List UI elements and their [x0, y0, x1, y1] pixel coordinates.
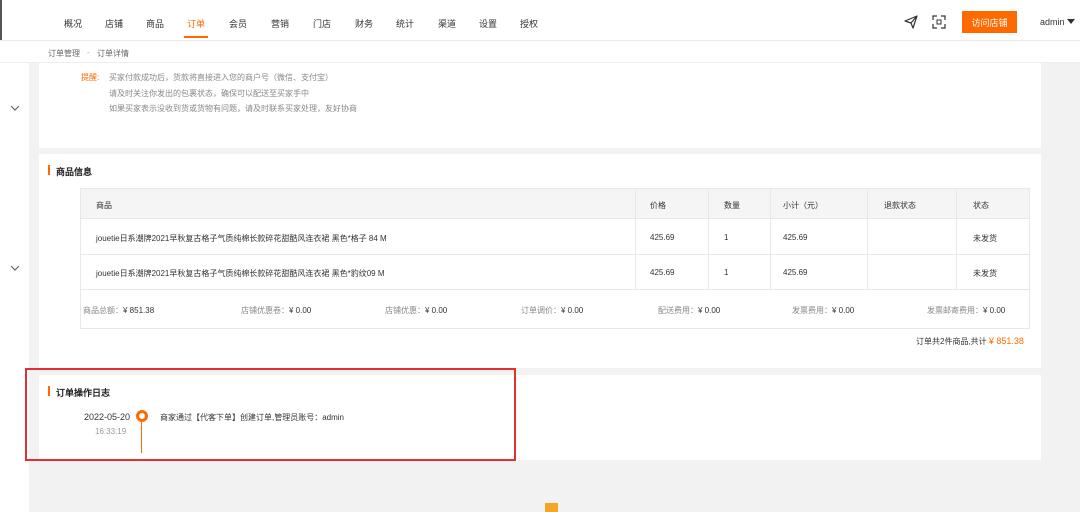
column-header: 小计（元） [783, 201, 823, 210]
nav-item-statistics[interactable]: 统计 [396, 17, 414, 30]
table-header: 商品 价格 数量 小计（元） 退款状态 状态 [81, 189, 1029, 219]
table-row: jouetie日系潮牌2021早秋复古格子气质纯棉长款碎花甜酷风连衣裙 黑色*格… [81, 220, 1029, 255]
nav-item-orders[interactable]: 订单 [187, 17, 205, 30]
visit-store-button[interactable]: 访问店铺 [962, 11, 1017, 33]
tip-line: 如果买家表示没收到货或货物有问题，请及时联系买家处理，友好协商 [109, 104, 357, 113]
product-quantity: 1 [724, 233, 729, 242]
summary-goods-total: 商品总额：¥ 851.38 [83, 306, 155, 315]
nav-item-stores[interactable]: 门店 [313, 17, 331, 30]
nav-item-members[interactable]: 会员 [229, 17, 247, 30]
caret-down-icon[interactable] [1067, 19, 1075, 24]
goods-table: 商品 价格 数量 小计（元） 退款状态 状态 jouetie日系潮牌2021早秋… [80, 188, 1030, 329]
product-subtotal: 425.69 [783, 268, 808, 277]
nav-item-store[interactable]: 店铺 [105, 17, 123, 30]
breadcrumb-order-detail: 订单详情 [97, 49, 129, 58]
highlight-annotation-box [25, 368, 516, 461]
column-header: 状态 [973, 201, 989, 210]
column-header: 退款状态 [884, 201, 916, 210]
goods-section-title: 商品信息 [56, 167, 93, 177]
chevron-down-icon[interactable] [10, 264, 20, 272]
product-quantity: 1 [724, 268, 729, 277]
section-accent-bar [48, 165, 50, 175]
column-header: 价格 [650, 201, 666, 210]
nav-item-goods[interactable]: 商品 [146, 17, 164, 30]
product-subtotal: 425.69 [783, 233, 808, 242]
nav-item-channels[interactable]: 渠道 [438, 17, 456, 30]
order-status: 未发货 [973, 234, 997, 243]
qrcode-scan-icon[interactable] [931, 14, 947, 30]
summary-invoice-mailing-fee: 发票邮寄费用：¥ 0.00 [927, 306, 1006, 315]
floating-badge[interactable] [545, 503, 558, 512]
breadcrumb-separator: - [87, 48, 90, 57]
summary-store-coupon: 店铺优惠卷：¥ 0.00 [241, 306, 312, 315]
nav-item-overview[interactable]: 概况 [64, 17, 82, 30]
product-name[interactable]: jouetie日系潮牌2021早秋复古格子气质纯棉长款碎花甜酷风连衣裙 黑色*格… [96, 233, 387, 244]
nav-item-authorization[interactable]: 授权 [520, 17, 538, 30]
order-status: 未发货 [973, 269, 997, 278]
product-price: 425.69 [650, 268, 675, 277]
nav-item-settings[interactable]: 设置 [479, 17, 497, 30]
nav-item-finance[interactable]: 财务 [355, 17, 373, 30]
nav-item-marketing[interactable]: 营销 [271, 17, 289, 30]
window-edge [0, 0, 2, 40]
column-header: 数量 [724, 201, 740, 210]
product-name[interactable]: jouetie日系潮牌2021早秋复古格子气质纯棉长款碎花甜酷风连衣裙 黑色*豹… [96, 268, 385, 279]
order-summary: 商品总额：¥ 851.38 店铺优惠卷：¥ 0.00 店铺优惠：¥ 0.00 订… [81, 290, 1029, 328]
product-price: 425.69 [650, 233, 675, 242]
summary-price-adjustment: 订单调价：¥ 0.00 [521, 306, 584, 315]
order-total: 订单共2件商品,共计 ¥ 851.38 [916, 336, 1024, 346]
top-navigation: 概况 店铺 商品 订单 会员 营销 门店 财务 统计 渠道 设置 授权 访问店铺… [0, 0, 1080, 41]
tip-line: 买家付款成功后，货款将直接进入您的商户号（微信、支付宝） [109, 73, 333, 82]
summary-invoice-fee: 发票费用：¥ 0.00 [792, 306, 855, 315]
chevron-down-icon[interactable] [10, 104, 20, 112]
summary-store-discount: 店铺优惠：¥ 0.00 [385, 306, 448, 315]
send-icon[interactable] [903, 14, 919, 30]
table-row: jouetie日系潮牌2021早秋复古格子气质纯棉长款碎花甜酷风连衣裙 黑色*豹… [81, 255, 1029, 290]
user-menu[interactable]: admin [1040, 17, 1065, 27]
tip-label: 提醒: [81, 73, 100, 82]
active-tab-indicator [184, 36, 208, 38]
breadcrumb: 订单管理 - 订单详情 [0, 41, 1080, 63]
tip-line: 请及时关注你发出的包裹状态，确保可以配送至买家手中 [109, 89, 309, 98]
summary-shipping-fee: 配送费用：¥ 0.00 [658, 306, 721, 315]
breadcrumb-order-management[interactable]: 订单管理 [48, 48, 80, 59]
column-header: 商品 [96, 201, 112, 210]
